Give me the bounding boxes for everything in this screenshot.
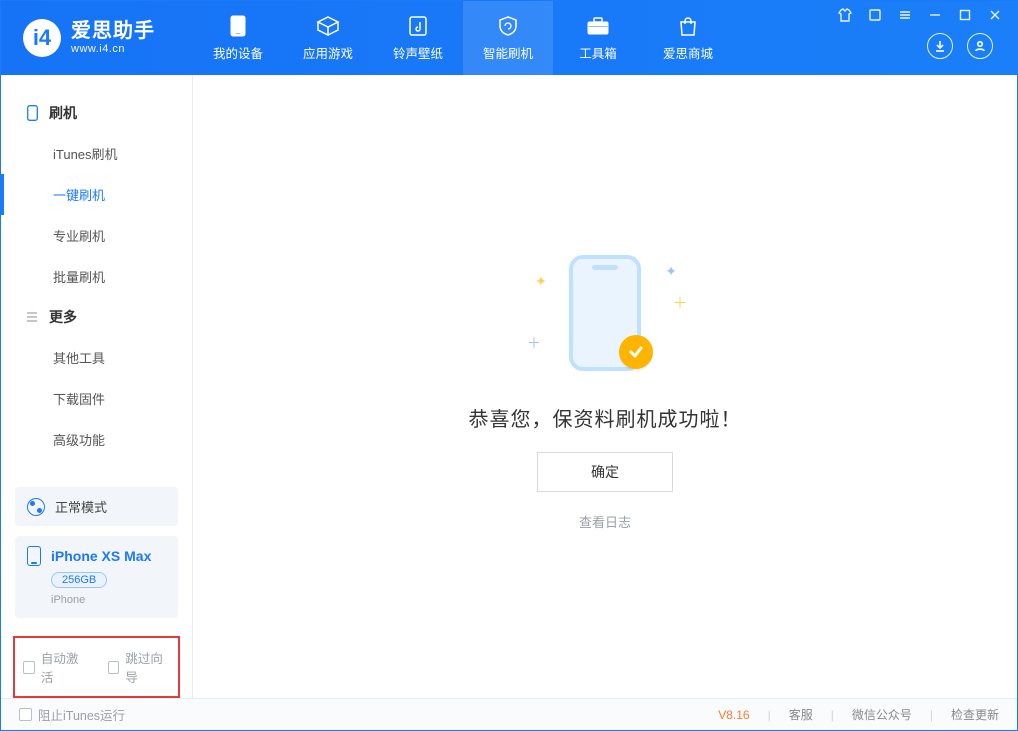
app-logo-icon: i4 [23,19,61,57]
list-icon [25,311,39,323]
footer-link-wechat[interactable]: 微信公众号 [852,706,912,723]
main-panel: ✦ ✦ ＋ ＋ 恭喜您，保资料刷机成功啦！ 确定 查看日志 [193,75,1017,698]
minimize-icon[interactable] [927,7,943,23]
spark-icon: ✦ [535,273,547,290]
checkbox-icon [23,661,35,674]
close-icon[interactable] [987,7,1003,23]
titlebar-round-buttons [927,33,1017,59]
statusbar: 阻止iTunes运行 V8.16 | 客服 | 微信公众号 | 检查更新 [1,698,1017,730]
shield-refresh-icon [496,15,520,37]
footer-link-support[interactable]: 客服 [789,706,813,723]
sidebar-item-oneclick-flash[interactable]: 一键刷机 [1,174,192,215]
confirm-button[interactable]: 确定 [537,452,673,492]
sidebar-group-more: 更多 [1,297,192,337]
nav-toolbox[interactable]: 工具箱 [553,1,643,75]
spark-icon: ＋ [673,293,687,313]
success-message: 恭喜您，保资料刷机成功啦！ [469,403,742,432]
settings-icon[interactable] [867,7,883,23]
nav-smart-flash[interactable]: 智能刷机 [463,1,553,75]
body: 刷机 iTunes刷机 一键刷机 专业刷机 批量刷机 更多 其他工具 下载固件 … [1,75,1017,698]
menu-icon[interactable] [897,7,913,23]
skip-guide-checkbox[interactable]: 跳过向导 [108,648,171,686]
separator: | [930,708,933,722]
nav-label: 工具箱 [579,43,617,62]
app-window: i4 爱思助手 www.i4.cn 我的设备 应用游戏 铃声壁纸 智能刷机 [0,0,1018,731]
music-file-icon [406,15,430,37]
device-card[interactable]: iPhone XS Max 256GB iPhone [15,536,178,618]
device-small-icon [25,105,39,121]
device-icon [27,546,41,566]
nav-ringtones[interactable]: 铃声壁纸 [373,1,463,75]
sidebar-item-advanced[interactable]: 高级功能 [1,419,192,460]
maximize-icon[interactable] [957,7,973,23]
checkbox-icon [19,708,32,721]
mode-icon [27,498,45,516]
sidebar-spacer [1,460,192,477]
bag-icon [676,15,700,37]
success-check-icon [619,335,653,369]
sidebar-item-batch-flash[interactable]: 批量刷机 [1,256,192,297]
nav-label: 我的设备 [213,43,263,62]
device-type: iPhone [51,594,85,606]
status-mode-card[interactable]: 正常模式 [15,487,178,526]
sidebar-item-pro-flash[interactable]: 专业刷机 [1,215,192,256]
auto-activate-checkbox[interactable]: 自动激活 [23,648,86,686]
device-storage: 256GB [51,572,107,588]
nav-label: 智能刷机 [483,43,533,62]
logo-text: 爱思助手 www.i4.cn [71,20,155,56]
block-itunes-checkbox[interactable]: 阻止iTunes运行 [19,705,125,724]
group-title: 更多 [49,307,77,327]
app-name: 爱思助手 [71,20,155,43]
top-nav: 我的设备 应用游戏 铃声壁纸 智能刷机 工具箱 爱思商城 [193,1,733,75]
sidebar-item-download-firmware[interactable]: 下载固件 [1,378,192,419]
sidebar-group-flash: 刷机 [1,93,192,133]
spark-icon: ✦ [665,263,677,280]
cube-icon [316,15,340,37]
version-label: V8.16 [718,708,749,722]
separator: | [768,708,771,722]
titlebar: i4 爱思助手 www.i4.cn 我的设备 应用游戏 铃声壁纸 智能刷机 [1,1,1017,75]
nav-my-device[interactable]: 我的设备 [193,1,283,75]
phone-icon [226,15,250,37]
nav-label: 应用游戏 [303,43,353,62]
window-controls [837,1,1017,23]
toolbox-icon [586,15,610,37]
nav-apps-games[interactable]: 应用游戏 [283,1,373,75]
flash-options-highlight: 自动激活 跳过向导 [13,636,180,698]
download-button[interactable] [927,33,953,59]
nav-store[interactable]: 爱思商城 [643,1,733,75]
separator: | [831,708,834,722]
checkbox-icon [108,661,120,674]
sidebar-item-itunes-flash[interactable]: iTunes刷机 [1,133,192,174]
tshirt-icon[interactable] [837,7,853,23]
nav-label: 爱思商城 [663,43,713,62]
checkbox-label: 阻止iTunes运行 [38,705,125,724]
success-illustration: ✦ ✦ ＋ ＋ [505,243,705,383]
sidebar: 刷机 iTunes刷机 一键刷机 专业刷机 批量刷机 更多 其他工具 下载固件 … [1,75,193,698]
account-button[interactable] [967,33,993,59]
sidebar-item-other-tools[interactable]: 其他工具 [1,337,192,378]
device-name: iPhone XS Max [51,548,151,564]
view-log-link[interactable]: 查看日志 [579,512,631,531]
logo-area: i4 爱思助手 www.i4.cn [1,1,193,75]
titlebar-right [837,1,1017,59]
app-url: www.i4.cn [71,43,155,56]
spark-icon: ＋ [527,333,541,353]
footer-link-update[interactable]: 检查更新 [951,706,999,723]
checkbox-label: 跳过向导 [125,648,170,686]
nav-label: 铃声壁纸 [393,43,443,62]
checkbox-label: 自动激活 [41,648,86,686]
group-title: 刷机 [49,103,77,123]
status-mode-label: 正常模式 [55,497,107,516]
